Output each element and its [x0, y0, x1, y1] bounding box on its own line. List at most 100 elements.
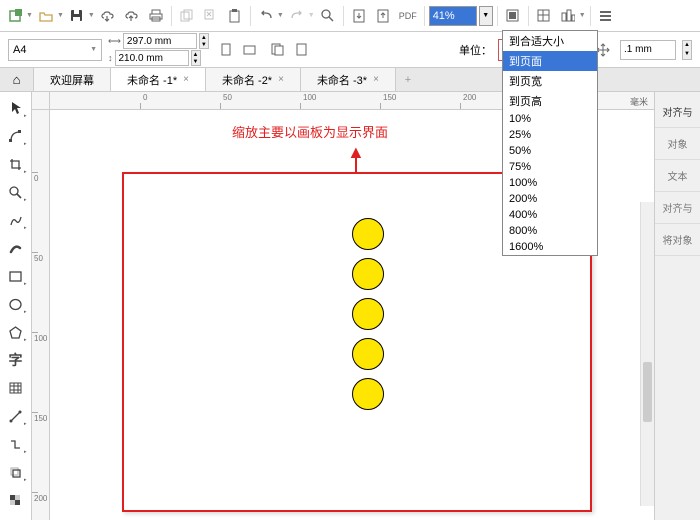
page-preset-select[interactable]: A4▼	[8, 39, 102, 61]
rectangle-tool[interactable]: ▸	[4, 264, 28, 288]
close-icon[interactable]: ×	[373, 74, 379, 85]
artistic-media-tool[interactable]	[4, 236, 28, 260]
zoom-option[interactable]: 1600%	[503, 239, 597, 255]
fullscreen-button[interactable]	[502, 5, 524, 27]
circle-shape[interactable]	[352, 218, 384, 250]
import-button[interactable]	[348, 5, 370, 27]
open-button[interactable]	[35, 5, 57, 27]
separator	[528, 6, 529, 26]
save-button[interactable]	[66, 5, 88, 27]
cloud-up-button[interactable]	[121, 5, 143, 27]
landscape-button[interactable]	[239, 39, 261, 61]
crop-tool[interactable]: ▸	[4, 152, 28, 176]
circle-shape[interactable]	[352, 378, 384, 410]
separator	[424, 6, 425, 26]
all-pages-button[interactable]	[267, 39, 289, 61]
document-tab[interactable]: 未命名 -2* ×	[206, 68, 301, 91]
zoom-tool[interactable]: ▸	[4, 180, 28, 204]
effects-tool[interactable]: ▸	[4, 460, 28, 484]
redo-button[interactable]	[286, 5, 308, 27]
zoom-option[interactable]: 到页面	[503, 51, 597, 71]
ellipse-tool[interactable]: ▸	[4, 292, 28, 316]
redo-dropdown-icon[interactable]: ▼	[308, 12, 315, 19]
polygon-tool[interactable]: ▸	[4, 320, 28, 344]
circle-shape[interactable]	[352, 298, 384, 330]
page-height-input[interactable]: 210.0 mm	[115, 50, 189, 66]
cut-button[interactable]	[200, 5, 222, 27]
zoom-option[interactable]: 到页高	[503, 91, 597, 111]
save-dropdown-icon[interactable]: ▼	[88, 12, 95, 19]
zoom-option[interactable]: 50%	[503, 143, 597, 159]
zoom-option[interactable]: 200%	[503, 191, 597, 207]
separator	[171, 6, 172, 26]
ruler-corner[interactable]	[32, 92, 50, 110]
portrait-button[interactable]	[215, 39, 237, 61]
tab-label: 未命名 -3*	[317, 72, 367, 88]
close-icon[interactable]: ×	[183, 74, 189, 85]
snap-button[interactable]	[557, 5, 579, 27]
paste-button[interactable]	[224, 5, 246, 27]
snap-dropdown-icon[interactable]: ▼	[579, 12, 586, 19]
connector-tool[interactable]: ▸	[4, 432, 28, 456]
scrollbar-thumb[interactable]	[643, 362, 652, 422]
circle-shape[interactable]	[352, 258, 384, 290]
freehand-tool[interactable]: ▸	[4, 208, 28, 232]
export-button[interactable]	[372, 5, 394, 27]
options-button[interactable]	[595, 5, 617, 27]
zoom-input[interactable]: 41%	[429, 6, 477, 26]
document-tab[interactable]: 未命名 -3* ×	[301, 68, 396, 91]
print-button[interactable]	[145, 5, 167, 27]
pdf-button[interactable]: PDF	[396, 5, 420, 27]
zoom-option[interactable]: 到页宽	[503, 71, 597, 91]
zoom-option[interactable]: 75%	[503, 159, 597, 175]
new-dropdown-icon[interactable]: ▼	[26, 12, 33, 19]
width-icon: ⟷	[108, 36, 121, 47]
zoom-dropdown-menu: 到合适大小到页面到页宽到页高10%25%50%75%100%200%400%80…	[502, 30, 598, 256]
grid-button[interactable]	[533, 5, 555, 27]
transparency-tool[interactable]	[4, 488, 28, 512]
text-tool[interactable]: 字	[4, 348, 28, 372]
tab-label: 未命名 -2*	[222, 72, 272, 88]
docker-tab[interactable]: 对齐与	[655, 192, 700, 224]
docker-tab[interactable]: 对齐与	[655, 96, 700, 128]
new-button[interactable]	[4, 5, 26, 27]
docker-tab[interactable]: 文本	[655, 160, 700, 192]
circle-shape[interactable]	[352, 338, 384, 370]
vertical-ruler[interactable]: 050100150200	[32, 110, 50, 520]
zoom-option[interactable]: 100%	[503, 175, 597, 191]
search-button[interactable]	[317, 5, 339, 27]
zoom-option[interactable]: 10%	[503, 111, 597, 127]
zoom-option[interactable]: 到合适大小	[503, 31, 597, 51]
shape-tool[interactable]: ▸	[4, 124, 28, 148]
home-tab[interactable]: ⌂	[0, 68, 34, 91]
docker-tab[interactable]: 对象	[655, 128, 700, 160]
dimension-tool[interactable]: ▸	[4, 404, 28, 428]
copy-button[interactable]	[176, 5, 198, 27]
table-tool[interactable]	[4, 376, 28, 400]
zoom-dropdown-button[interactable]: ▼	[479, 6, 493, 26]
zoom-option[interactable]: 400%	[503, 207, 597, 223]
nudge-input[interactable]: .1 mm	[620, 40, 676, 60]
document-tab[interactable]: 欢迎屏幕	[34, 68, 111, 91]
close-icon[interactable]: ×	[278, 74, 284, 85]
add-tab-button[interactable]: +	[396, 68, 420, 91]
page-preset-label: A4	[13, 44, 26, 56]
undo-button[interactable]	[255, 5, 277, 27]
page-dimensions: ⟷ 297.0 mm ▲▼ ↕ 210.0 mm ▲▼	[108, 33, 209, 66]
nudge-spinner[interactable]: ▲▼	[682, 40, 692, 60]
docker-tab[interactable]: 将对象	[655, 224, 700, 256]
vertical-scrollbar[interactable]	[640, 202, 654, 506]
pick-tool[interactable]: ▸	[4, 96, 28, 120]
docker-tabs: 对齐与对象文本对齐与将对象	[654, 92, 700, 520]
open-dropdown-icon[interactable]: ▼	[57, 12, 64, 19]
document-tab[interactable]: 未命名 -1* ×	[111, 68, 206, 91]
undo-dropdown-icon[interactable]: ▼	[277, 12, 284, 19]
zoom-option[interactable]: 25%	[503, 127, 597, 143]
height-spinner[interactable]: ▲▼	[191, 50, 201, 66]
page-width-input[interactable]: 297.0 mm	[123, 33, 197, 49]
tab-label: 未命名 -1*	[127, 72, 177, 88]
width-spinner[interactable]: ▲▼	[199, 33, 209, 49]
zoom-option[interactable]: 800%	[503, 223, 597, 239]
current-page-button[interactable]	[291, 39, 313, 61]
cloud-down-button[interactable]	[97, 5, 119, 27]
